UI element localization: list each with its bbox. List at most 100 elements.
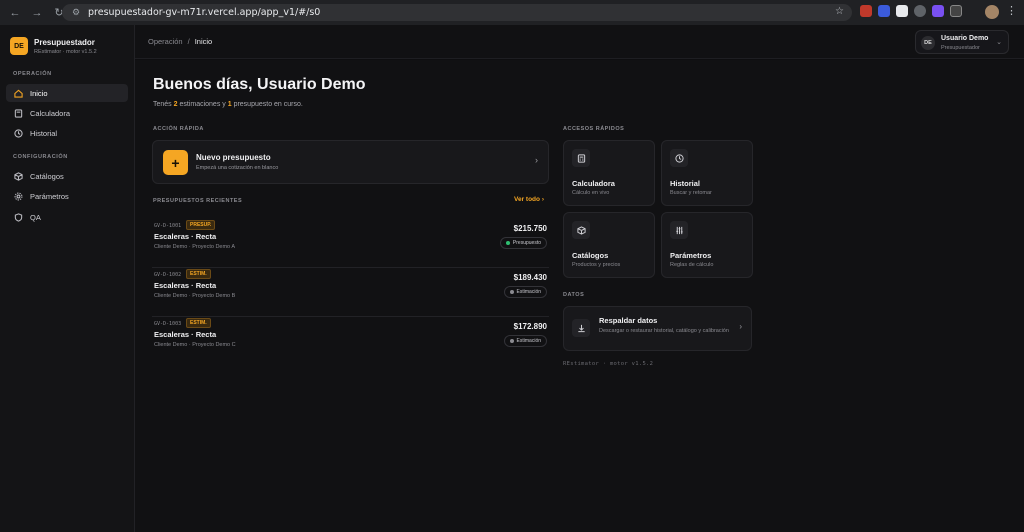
user-name: Usuario Demo <box>941 35 989 42</box>
sidebar-item-historial[interactable]: Historial <box>6 124 128 142</box>
address-bar[interactable]: ⚙ presupuestador-gv-m71r.vercel.app/app_… <box>62 4 852 21</box>
status-dot <box>509 290 514 294</box>
sidebar-item-label: Calculadora <box>30 108 71 118</box>
table-row[interactable]: GV-D-1001 PRESUP. Escaleras · Recta Clie… <box>152 220 549 268</box>
section-label-operacion: OPERACIÓN <box>13 71 52 77</box>
extensions-row <box>860 5 962 17</box>
brand[interactable]: DE Presupuestador REstimator · motor v1.… <box>10 37 97 55</box>
tile-title: Historial <box>670 179 701 188</box>
sidebar-item-label: Parámetros <box>30 191 69 201</box>
new-budget-button[interactable]: + Nuevo presupuesto Empezá una cotizació… <box>152 140 549 184</box>
data-section-label: DATOS <box>563 292 585 298</box>
status-badge: ESTIM. <box>186 269 211 279</box>
section-label-configuracion: CONFIGURACIÓN <box>13 154 68 160</box>
extension-icon[interactable] <box>914 5 926 17</box>
quick-access-label: ACCESOS RÁPIDOS <box>563 126 625 132</box>
extension-icon[interactable] <box>878 5 890 17</box>
page-title: Buenos días, Usuario Demo <box>153 76 366 93</box>
backup-subtitle: Descargar o restaurar historial, catálog… <box>599 328 729 334</box>
budget-amount: $215.750 <box>513 224 547 233</box>
bookmark-star-icon[interactable]: ☆ <box>835 6 844 17</box>
see-all-label: Ver todo <box>514 196 541 203</box>
status-pill: Estimación <box>503 286 547 298</box>
table-row[interactable]: GV-D-1002 ESTIM. Escaleras · Recta Clien… <box>152 269 549 317</box>
tile-subtitle: Productos y precios <box>572 262 621 268</box>
box-icon <box>572 221 590 239</box>
home-icon <box>13 88 23 98</box>
sidebar-item-parametros[interactable]: Parámetros <box>6 187 128 205</box>
tile-catalogos[interactable]: Catálogos Productos y precios <box>563 212 655 278</box>
sidebar-item-calculadora[interactable]: Calculadora <box>6 104 128 122</box>
box-icon <box>13 171 23 181</box>
extension-icon[interactable] <box>860 5 872 17</box>
budget-code: GV-D-1003 <box>154 321 182 327</box>
sliders-icon <box>670 221 688 239</box>
chevron-right-icon: › <box>739 322 742 331</box>
profile-avatar[interactable] <box>985 5 999 19</box>
subtitle-text: estimaciones y <box>177 101 228 108</box>
subtitle-text: presupuesto en curso. <box>231 101 303 108</box>
calculator-icon <box>572 149 590 167</box>
quick-action-label: ACCIÓN RÁPIDA <box>153 126 204 132</box>
table-row[interactable]: GV-D-1003 ESTIM. Escaleras · Recta Clien… <box>152 318 549 366</box>
status-label: Estimación <box>516 338 541 344</box>
sidebar-item-catalogos[interactable]: Catálogos <box>6 167 128 185</box>
see-all-link[interactable]: Ver todo › <box>514 196 544 203</box>
url-text[interactable]: presupuestador-gv-m71r.vercel.app/app_v1… <box>88 7 320 18</box>
back-icon[interactable]: ← <box>6 4 24 22</box>
budget-client: Cliente Demo · Proyecto Demo C <box>154 342 236 348</box>
new-budget-subtitle: Empezá una cotización en blanco <box>196 165 279 171</box>
sidebar-item-label: Catálogos <box>30 171 64 181</box>
tile-calculadora[interactable]: Calculadora Cálculo en vivo <box>563 140 655 206</box>
brand-logo: DE <box>10 37 28 55</box>
extension-icon[interactable] <box>932 5 944 17</box>
tile-subtitle: Cálculo en vivo <box>572 190 610 196</box>
status-pill: Presupuesto <box>499 237 547 249</box>
extensions-puzzle-icon[interactable] <box>950 5 962 17</box>
status-dot <box>509 339 514 343</box>
tile-parametros[interactable]: Parámetros Reglas de cálculo <box>661 212 753 278</box>
forward-icon[interactable]: → <box>28 4 46 22</box>
sidebar-item-qa[interactable]: QA <box>6 208 128 226</box>
top-bar: Operación / Inicio DE Usuario Demo Presupu… <box>135 25 1024 59</box>
tile-title: Parámetros <box>670 251 712 260</box>
clock-icon <box>13 128 23 138</box>
sidebar: DE Presupuestador REstimator · motor v1.… <box>0 25 135 532</box>
budget-title: Escaleras · Recta <box>154 281 217 290</box>
site-info-icon[interactable]: ⚙ <box>70 7 82 19</box>
sidebar-item-label: QA <box>30 212 41 222</box>
sidebar-item-inicio[interactable]: Inicio <box>6 84 128 102</box>
new-budget-title: Nuevo presupuesto <box>196 153 271 162</box>
chevron-right-icon: › <box>541 196 544 203</box>
tile-historial[interactable]: Historial Buscar y retomar <box>661 140 753 206</box>
status-pill: Estimación <box>503 335 547 347</box>
brand-subtitle: REstimator · motor v1.5.2 <box>34 48 97 55</box>
avatar: DE <box>921 36 935 50</box>
clock-icon <box>670 149 688 167</box>
version-text: REstimator · motor v1.5.2 <box>563 361 654 367</box>
status-badge: ESTIM. <box>186 318 211 328</box>
main-content: Buenos días, Usuario Demo Tenés 2 estima… <box>135 60 1024 532</box>
backup-data-button[interactable]: Respaldar datos Descargar o restaurar hi… <box>563 306 752 351</box>
backup-title: Respaldar datos <box>599 316 658 325</box>
sidebar-item-label: Historial <box>30 128 58 138</box>
status-dot <box>505 241 510 245</box>
tile-subtitle: Reglas de cálculo <box>670 262 714 268</box>
greeting-subtitle: Tenés 2 estimaciones y 1 presupuesto en … <box>153 101 303 108</box>
download-icon <box>572 319 590 337</box>
user-menu[interactable]: DE Usuario Demo Presupuestador ⌄ <box>915 30 1009 54</box>
subtitle-text: Tenés <box>153 101 174 108</box>
gear-icon <box>13 191 23 201</box>
budget-client: Cliente Demo · Proyecto Demo B <box>154 293 236 299</box>
breadcrumb-separator: / <box>187 37 190 46</box>
breadcrumb-parent[interactable]: Operación <box>148 37 183 46</box>
status-label: Presupuesto <box>512 240 541 246</box>
browser-menu-icon[interactable]: ⋮ <box>1006 4 1017 17</box>
chevron-down-icon: ⌄ <box>996 39 1002 46</box>
status-badge: PRESUP. <box>186 220 216 230</box>
budget-client: Cliente Demo · Proyecto Demo A <box>154 244 236 250</box>
extension-icon[interactable] <box>896 5 908 17</box>
tile-title: Calculadora <box>572 179 615 188</box>
tile-title: Catálogos <box>572 251 609 260</box>
browser-toolbar: ← → ↻ ⚙ presupuestador-gv-m71r.vercel.ap… <box>0 0 1024 25</box>
